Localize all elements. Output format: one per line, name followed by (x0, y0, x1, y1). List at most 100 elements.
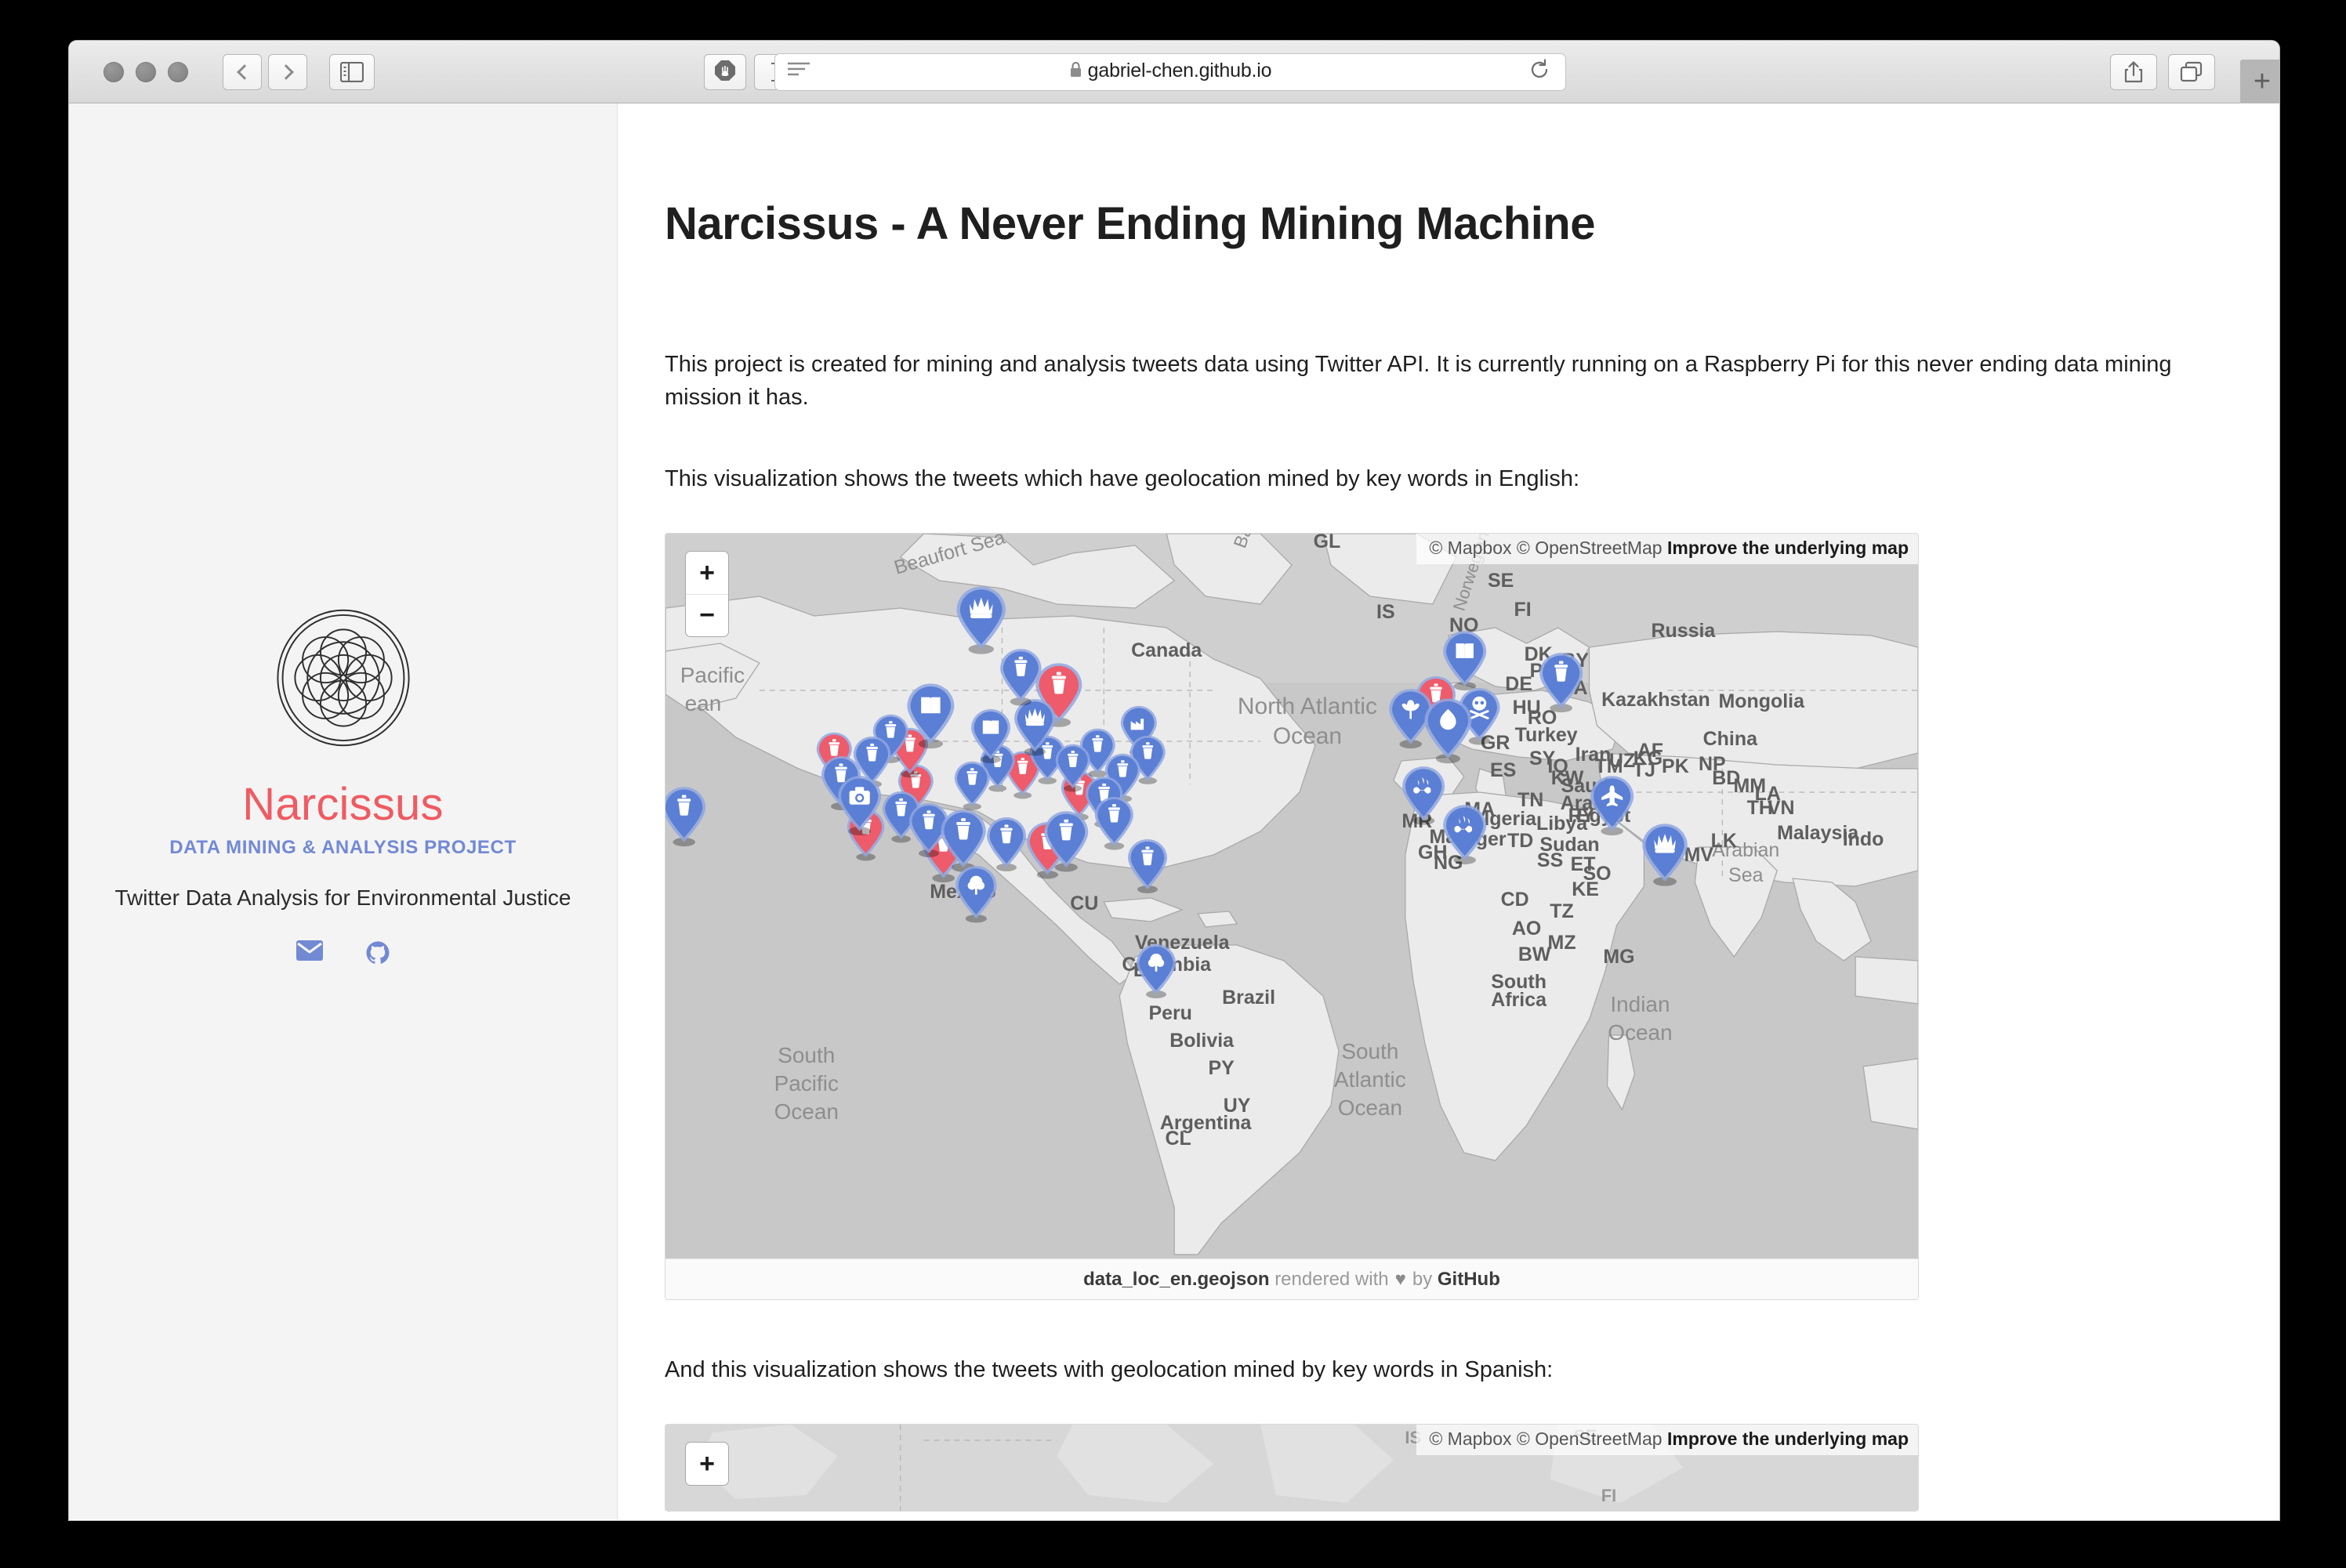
svg-text:GL: GL (1314, 534, 1341, 552)
map-zoom-controls-spanish[interactable]: + (685, 1442, 729, 1487)
map-pin[interactable] (836, 774, 883, 836)
map-pin[interactable] (1538, 651, 1584, 712)
svg-text:Sea: Sea (1728, 864, 1764, 886)
svg-text:ean: ean (685, 691, 722, 715)
svg-text:ES: ES (1490, 759, 1516, 781)
svg-text:DE: DE (1505, 673, 1532, 695)
zoom-in-button[interactable]: + (686, 552, 728, 594)
new-tab-label: + (2253, 65, 2272, 98)
back-button[interactable] (223, 53, 262, 90)
social-links (69, 940, 617, 969)
map-pin[interactable] (665, 785, 708, 846)
address-bar[interactable]: gabriel-chen.github.io (774, 53, 1566, 91)
show-tabs-icon (2180, 61, 2203, 81)
map-pin[interactable] (939, 808, 988, 872)
seed-of-life-logo (276, 609, 410, 747)
content-blocker-icon (715, 60, 735, 81)
github-link[interactable] (365, 940, 390, 969)
book-icon (921, 697, 941, 714)
map-pin[interactable] (905, 682, 956, 749)
zoom-in-button-spanish[interactable]: + (686, 1443, 728, 1485)
map-pin[interactable] (985, 816, 1028, 872)
map-pin[interactable] (1441, 803, 1488, 865)
site-title: Narcissus (242, 779, 444, 830)
reload-button[interactable] (1528, 58, 1551, 85)
forward-button[interactable] (268, 53, 307, 90)
map-pin[interactable] (954, 864, 999, 923)
svg-text:FI: FI (1601, 1486, 1617, 1505)
svg-text:TZ: TZ (1550, 900, 1573, 922)
email-icon (296, 940, 323, 961)
svg-text:MZ: MZ (1548, 932, 1576, 954)
minimize-button[interactable] (136, 61, 156, 82)
show-tabs-button[interactable] (2168, 53, 2215, 90)
svg-text:Ocean: Ocean (1273, 723, 1342, 749)
map-pin[interactable] (1423, 697, 1474, 763)
svg-text:KE: KE (1572, 878, 1599, 900)
svg-text:Atlantic: Atlantic (1334, 1067, 1406, 1092)
map-pin[interactable] (1441, 629, 1488, 691)
spanish-viz-caption: And this visualization shows the tweets … (665, 1357, 1554, 1383)
window-controls[interactable] (103, 61, 188, 82)
footer-mid: rendered with (1275, 1268, 1389, 1290)
map-pin[interactable] (953, 760, 992, 810)
attrib-improve-link-spanish[interactable]: Improve the underlying map (1667, 1429, 1909, 1449)
intro-paragraph: This project is created for mining and a… (665, 352, 2172, 411)
navigation-buttons (223, 53, 307, 90)
url-display[interactable]: gabriel-chen.github.io (775, 60, 1565, 84)
attrib-improve-link[interactable]: Improve the underlying map (1667, 538, 1909, 558)
new-tab-button[interactable]: + (2240, 60, 2279, 103)
site-description: Twitter Data Analysis for Environmental … (114, 885, 571, 910)
map-pin[interactable] (1641, 822, 1689, 886)
svg-text:China: China (1703, 728, 1758, 750)
attrib-mapbox-spanish[interactable]: © Mapbox (1429, 1429, 1511, 1449)
attrib-osm[interactable]: © OpenStreetMap (1517, 538, 1663, 558)
map-pin[interactable] (1126, 838, 1169, 894)
zoom-out-button[interactable]: − (686, 594, 728, 636)
maximize-button[interactable] (168, 61, 188, 82)
svg-text:Turkey: Turkey (1515, 724, 1578, 746)
map-widget-english[interactable]: Pacific ean South Pacific Ocean North At… (665, 533, 1919, 1301)
map-pin[interactable] (1013, 697, 1057, 756)
svg-text:SE: SE (1488, 570, 1514, 592)
map-zoom-controls[interactable]: + − (685, 551, 729, 638)
svg-text:Bolivia: Bolivia (1169, 1030, 1235, 1052)
toolbar-right-buttons (2110, 53, 2215, 90)
map-pin[interactable] (1401, 765, 1446, 825)
map-pin[interactable] (1042, 809, 1090, 872)
book-icon (1456, 643, 1474, 658)
url-text-value: gabriel-chen.github.io (1087, 60, 1272, 81)
footer-host[interactable]: GitHub (1438, 1269, 1500, 1291)
map-pin[interactable] (1589, 774, 1635, 836)
attrib-mapbox[interactable]: © Mapbox (1429, 538, 1511, 558)
main-content: Narcissus - A Never Ending Mining Machin… (618, 103, 2279, 1519)
chevron-right-icon (277, 63, 294, 80)
map-canvas-english[interactable]: Pacific ean South Pacific Ocean North At… (665, 534, 1918, 1259)
email-link[interactable] (296, 940, 323, 969)
svg-text:TD: TD (1507, 830, 1533, 852)
svg-text:LK: LK (1711, 830, 1737, 852)
map-pin[interactable] (955, 585, 1008, 655)
map-canvas-spanish[interactable]: IS SE FI + © Mapbox © OpenStreetMap Impr… (665, 1425, 1918, 1512)
english-viz-caption: This visualization shows the tweets whic… (665, 466, 1580, 492)
svg-text:CL: CL (1166, 1128, 1191, 1150)
map-pin[interactable] (970, 708, 1012, 763)
geojson-filename[interactable]: data_loc_en.geojson (1083, 1269, 1269, 1291)
svg-text:BW: BW (1518, 943, 1551, 965)
svg-text:Mongolia: Mongolia (1718, 690, 1805, 712)
svg-text:Pacific: Pacific (774, 1071, 839, 1095)
close-button[interactable] (103, 61, 124, 82)
content-blocker-button[interactable] (704, 53, 746, 90)
map-pin[interactable] (999, 647, 1043, 706)
map-footer-english: data_loc_en.geojson rendered with ♥ by G… (665, 1258, 1918, 1300)
sidebar-toggle-button[interactable] (329, 53, 375, 90)
github-icon (366, 941, 389, 964)
svg-text:Canada: Canada (1131, 639, 1202, 661)
map-pin[interactable] (1135, 943, 1177, 999)
attrib-osm-spanish[interactable]: © OpenStreetMap (1517, 1429, 1663, 1449)
svg-text:North Atlantic: North Atlantic (1238, 693, 1377, 719)
map-attribution-spanish: © Mapbox © OpenStreetMap Improve the und… (1416, 1425, 1918, 1456)
map-widget-spanish[interactable]: IS SE FI + © Mapbox © OpenStreetMap Impr… (665, 1424, 1919, 1512)
share-button[interactable] (2110, 53, 2157, 90)
map-attribution: © Mapbox © OpenStreetMap Improve the und… (1416, 534, 1918, 565)
